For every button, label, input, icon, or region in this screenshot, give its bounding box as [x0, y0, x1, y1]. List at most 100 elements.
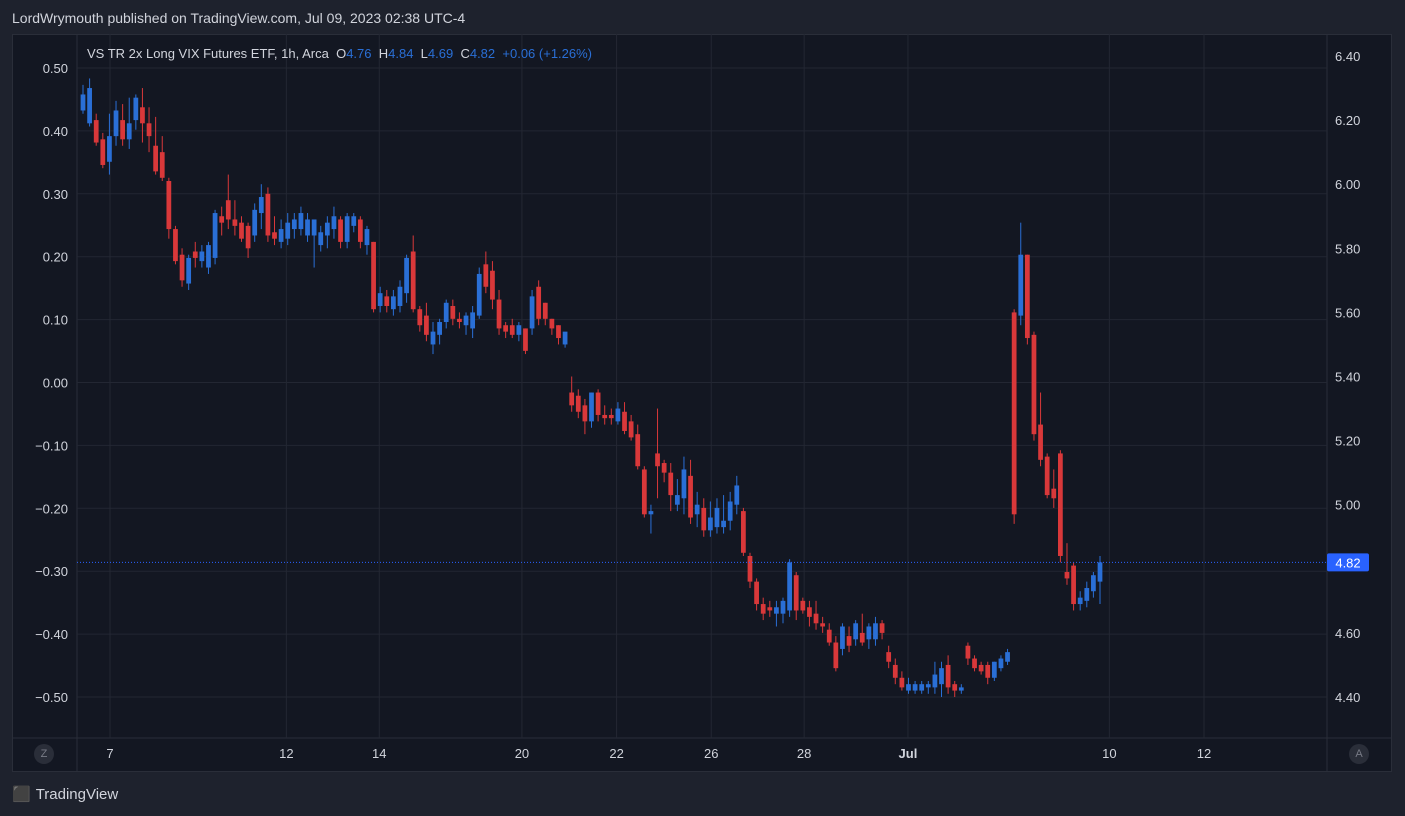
- candlestick-chart[interactable]: 0.50 0.40 0.30 0.20 0.10 0.00 −0.10 −0.20 −0.30 −…: [0, 0, 1405, 816]
- left-axis-tick-label: −0.50: [35, 690, 68, 705]
- candle-body: [714, 507, 720, 528]
- candle-body: [793, 575, 799, 611]
- candle-body: [859, 632, 865, 643]
- candle-body: [232, 219, 238, 226]
- candle-body: [391, 296, 396, 310]
- candle-body: [826, 629, 832, 643]
- candle-body: [344, 216, 350, 242]
- candle-body: [186, 257, 192, 284]
- candle-body: [470, 312, 476, 329]
- candle-body: [932, 674, 938, 688]
- last-price-tag-label: 4.82: [1335, 555, 1360, 570]
- candle-body: [298, 213, 304, 230]
- time-axis-tick-label: 10: [1102, 746, 1116, 761]
- right-axis-tick-label: 4.60: [1335, 626, 1360, 641]
- tradingview-logo[interactable]: ⬛ TradingView: [12, 785, 119, 804]
- candle-body: [589, 392, 594, 422]
- candle-body: [998, 658, 1004, 669]
- candle-body: [991, 661, 997, 678]
- candle-body: [146, 123, 152, 137]
- candle-body: [853, 623, 859, 640]
- candle-body: [476, 273, 482, 316]
- candle-body: [674, 495, 680, 505]
- candle-body: [173, 229, 178, 262]
- candle-body: [258, 197, 264, 214]
- left-axis-tick-label: −0.20: [35, 501, 68, 516]
- candle-body: [925, 684, 931, 688]
- candle-body: [741, 511, 746, 553]
- candles: [80, 78, 1103, 697]
- candle-body: [351, 216, 357, 226]
- candle-body: [866, 626, 872, 640]
- time-axis-tick-label: 28: [797, 746, 811, 761]
- candle-body: [245, 225, 251, 249]
- left-axis-tick-label: −0.30: [35, 564, 68, 579]
- legend: VS TR 2x Long VIX Futures ETF, 1h, Arca …: [87, 46, 592, 61]
- legend-symbol: VS TR 2x Long VIX Futures ETF, 1h, Arca: [87, 46, 329, 61]
- candle-body: [100, 139, 106, 165]
- candle-body: [840, 626, 845, 649]
- candle-body: [87, 88, 92, 124]
- candle-body: [153, 145, 159, 172]
- right-axis-tick-label: 5.00: [1335, 498, 1360, 513]
- candle-body: [523, 328, 528, 351]
- candle-body: [978, 664, 984, 672]
- candle-body: [252, 209, 258, 236]
- candle-body: [225, 200, 231, 220]
- candle-body: [952, 684, 958, 691]
- candle-body: [912, 684, 918, 691]
- candle-body: [892, 664, 898, 678]
- candle-body: [1038, 424, 1043, 460]
- right-axis-tick-label: 5.20: [1335, 434, 1360, 449]
- candle-body: [707, 517, 713, 531]
- candle-body: [199, 251, 205, 262]
- candle-body: [496, 299, 502, 329]
- brand-name: TradingView: [35, 785, 119, 803]
- candle-body: [265, 193, 271, 236]
- candle-body: [615, 408, 621, 422]
- candle-body: [787, 562, 792, 611]
- candle-body: [1011, 312, 1017, 515]
- candle-body: [536, 286, 542, 319]
- candle-body: [417, 309, 423, 326]
- candle-body: [721, 520, 726, 528]
- candle-body: [575, 395, 581, 412]
- x-axis: 7 12 14 20 22 26 28 Jul 10 12: [106, 746, 1211, 761]
- candle-body: [212, 213, 218, 258]
- candle-body: [846, 636, 852, 646]
- tradingview-mark-icon: ⬛: [12, 786, 31, 803]
- candle-body: [377, 293, 383, 306]
- candle-body: [556, 325, 561, 339]
- candle-body: [318, 232, 324, 246]
- candle-body: [120, 120, 126, 140]
- right-axis: 6.40 6.20 6.00 5.80 5.60 5.40 5.20 5.00 4.60 4.40: [1335, 49, 1360, 705]
- left-axis-tick-label: 0.40: [43, 124, 68, 139]
- auto-scale-badge[interactable]: A: [1349, 744, 1369, 764]
- candle-body: [450, 305, 456, 319]
- left-axis-tick-label: 0.50: [43, 61, 68, 76]
- candle-body: [1071, 565, 1076, 605]
- candle-body: [760, 604, 766, 614]
- candle-body: [192, 251, 198, 258]
- candle-body: [972, 658, 977, 669]
- candle-body: [272, 232, 277, 239]
- time-axis-tick-label: 12: [1197, 746, 1211, 761]
- legend-high-value: 4.84: [388, 46, 414, 61]
- candle-body: [694, 504, 700, 515]
- right-axis-tick-label: 5.40: [1335, 370, 1360, 385]
- candle-body: [1051, 488, 1057, 499]
- candle-body: [1084, 588, 1090, 601]
- candle-body: [919, 684, 925, 691]
- time-axis-tick-label: 14: [372, 746, 386, 761]
- log-scale-badge[interactable]: Z: [34, 744, 54, 764]
- legend-change: +0.06 (+1.26%): [502, 46, 593, 61]
- candle-body: [133, 97, 139, 121]
- candle-body: [490, 270, 495, 300]
- candle-body: [648, 511, 654, 515]
- right-axis-tick-label: 5.80: [1335, 241, 1360, 256]
- candle-body: [747, 555, 753, 582]
- right-axis-tick-label: 5.60: [1335, 305, 1360, 320]
- candle-body: [780, 600, 786, 614]
- legend-close-value: 4.82: [469, 46, 496, 61]
- candle-body: [179, 254, 185, 281]
